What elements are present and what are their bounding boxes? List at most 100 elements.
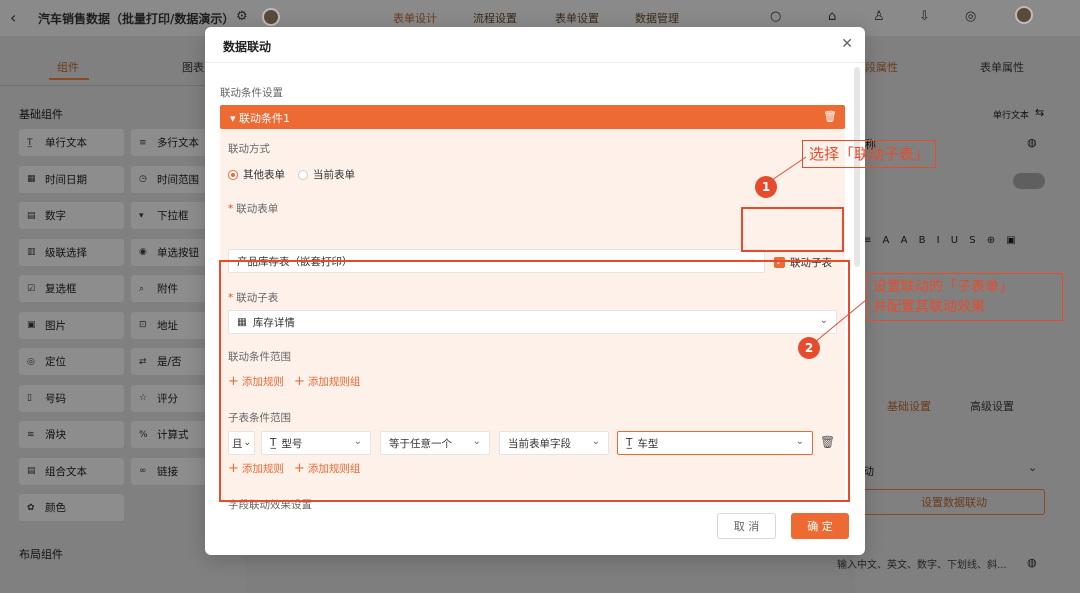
settings-icon[interactable]: ◎ — [965, 9, 976, 24]
set-linkage-button[interactable]: 设置数据联动 — [863, 489, 1045, 515]
mode-label: 联动方式 — [228, 143, 270, 155]
tab-advanced-settings[interactable]: 高级设置 — [970, 398, 1014, 414]
checkbox-icon: ☑ — [27, 283, 36, 294]
nav-flow-settings[interactable]: 流程设置 — [473, 10, 517, 26]
back-arrow-icon[interactable]: ‹ — [10, 8, 16, 27]
component-label: 地址 — [157, 319, 178, 332]
home-icon[interactable]: ⌂ — [828, 9, 836, 24]
component-label: 号码 — [45, 392, 66, 405]
condition-title: ▾ 联动条件1 — [230, 110, 290, 126]
component-label: 定位 — [45, 356, 66, 368]
annotation-note-2: 设置联动的「子表单」 并配置其联动效果 — [866, 273, 1063, 321]
component-doc[interactable]: ▤ 组合文本 — [19, 457, 124, 485]
component-label: 颜色 — [45, 502, 66, 514]
globe-icon[interactable]: ◍ — [1027, 556, 1037, 569]
component-label: 单选按钮 — [157, 246, 199, 259]
form-label: * 联动表单 — [228, 201, 278, 216]
swap-icon[interactable]: ⇆ — [1035, 106, 1044, 119]
component-label: 时间日期 — [45, 173, 87, 186]
percent-icon: % — [139, 429, 148, 440]
radio-other-form-label: 其他表单 — [243, 169, 285, 181]
component-label: 级联选择 — [45, 246, 87, 259]
doc-icon: ▤ — [27, 466, 36, 476]
highlight-subtable-checkbox — [741, 207, 844, 252]
component-label: 数字 — [45, 210, 66, 222]
component-label: 计算式 — [157, 429, 189, 441]
component-label: 评分 — [157, 392, 178, 405]
condition-bar[interactable]: ▾ 联动条件1 🗑 — [220, 105, 845, 129]
component-label: 时间范围 — [157, 173, 199, 186]
number-icon: ▤ — [27, 210, 36, 221]
format-toolbar[interactable]: ≡ A A B I U S ⊕ ▣ — [863, 235, 1020, 246]
nav-data-manage[interactable]: 数据管理 — [635, 10, 679, 26]
condition-bar-label: 联动条件1 — [239, 112, 291, 125]
T-icon: T̲ — [27, 137, 33, 148]
component-cascade[interactable]: ▥ 级联选择 — [19, 238, 124, 266]
lines-icon: ≡ — [139, 137, 147, 148]
form-label-text: 联动表单 — [236, 203, 279, 215]
annotation-note-2-line1: 设置联动的「子表单」 — [873, 279, 1013, 295]
component-palette[interactable]: ✿ 颜色 — [19, 494, 124, 521]
palette-icon: ✿ — [27, 502, 35, 513]
download-icon[interactable]: ⇩ — [919, 9, 930, 24]
paperclip-icon: ⌕ — [139, 283, 145, 294]
avatar[interactable] — [262, 8, 280, 26]
component-image[interactable]: ▣ 图片 — [19, 311, 124, 339]
component-label: 组合文本 — [45, 465, 87, 478]
component-checkbox[interactable]: ☑ 复选框 — [19, 275, 124, 302]
chevron-down-icon[interactable]: ⌄ — [1028, 461, 1037, 474]
gear-icon[interactable]: ⚙ — [236, 9, 248, 24]
radio-current-form[interactable]: 当前表单 — [298, 167, 355, 182]
component-phone[interactable]: ▯ 号码 — [19, 384, 124, 412]
tab-charts[interactable]: 图表 — [182, 59, 204, 75]
radio-on-icon — [228, 169, 238, 180]
calendar-icon: ▦ — [27, 174, 36, 184]
component-T[interactable]: T̲ 单行文本 — [19, 129, 124, 156]
component-label: 是/否 — [157, 356, 182, 368]
component-number[interactable]: ▤ 数字 — [19, 202, 124, 229]
highlight-subtable-config — [219, 260, 850, 502]
star-icon: ☆ — [139, 393, 148, 403]
component-label: 滑块 — [45, 429, 66, 441]
section-layout: 布局组件 — [19, 548, 63, 561]
link-icon: ∞ — [139, 466, 147, 476]
annotation-note-1: 选择「联动子表」 — [802, 140, 937, 168]
app-title: 汽车销售数据（批量打印/数据演示） — [38, 12, 235, 26]
close-icon[interactable]: ✕ — [841, 36, 853, 52]
tab-form-props[interactable]: 表单属性 — [980, 59, 1024, 75]
nav-form-settings[interactable]: 表单设置 — [555, 10, 599, 26]
dialog-title: 数据联动 — [223, 40, 272, 54]
tab-components[interactable]: 组件 — [49, 59, 89, 80]
field-type: 单行文本 — [993, 111, 1030, 121]
input-hint: 输入中文、英文、数字、下划线、斜... — [837, 560, 1007, 571]
toggle-switch[interactable] — [1013, 173, 1045, 189]
nav-form-design[interactable]: 表单设计 — [393, 10, 437, 26]
section-title: 联动条件设置 — [220, 87, 283, 99]
search-icon[interactable]: ○ — [770, 9, 781, 24]
section-basic: 基础组件 — [19, 108, 63, 121]
radio-other-form[interactable]: 其他表单 — [228, 167, 285, 182]
clock-icon: ◷ — [139, 174, 147, 184]
step-badge-2: 2 — [798, 337, 820, 359]
component-label: 单行文本 — [45, 137, 87, 149]
phone-icon: ▯ — [27, 393, 32, 403]
cascade-icon: ▥ — [27, 247, 36, 257]
confirm-button[interactable]: 确 定 — [791, 513, 849, 539]
shirt-icon[interactable]: ♙ — [873, 9, 885, 24]
component-location[interactable]: ◎ 定位 — [19, 348, 124, 375]
trash-icon[interactable]: 🗑 — [823, 110, 837, 123]
component-label: 下拉框 — [157, 210, 189, 222]
component-calendar[interactable]: ▦ 时间日期 — [19, 165, 124, 193]
dropdown-icon: ▾ — [139, 210, 144, 221]
tab-basic-settings[interactable]: 基础设置 — [887, 398, 931, 414]
map-icon: ⊡ — [139, 320, 147, 330]
component-label: 复选框 — [45, 283, 77, 295]
globe-icon[interactable]: ◍ — [1027, 136, 1037, 149]
component-slider[interactable]: ≋ 滑块 — [19, 421, 124, 448]
cancel-button[interactable]: 取 消 — [717, 513, 776, 539]
component-label: 图片 — [45, 319, 66, 332]
user-avatar[interactable] — [1015, 6, 1033, 24]
slider-icon: ≋ — [27, 429, 35, 440]
tab-field-props[interactable]: 段属性 — [865, 59, 898, 75]
dialog-header: 数据联动 ✕ — [205, 27, 865, 63]
